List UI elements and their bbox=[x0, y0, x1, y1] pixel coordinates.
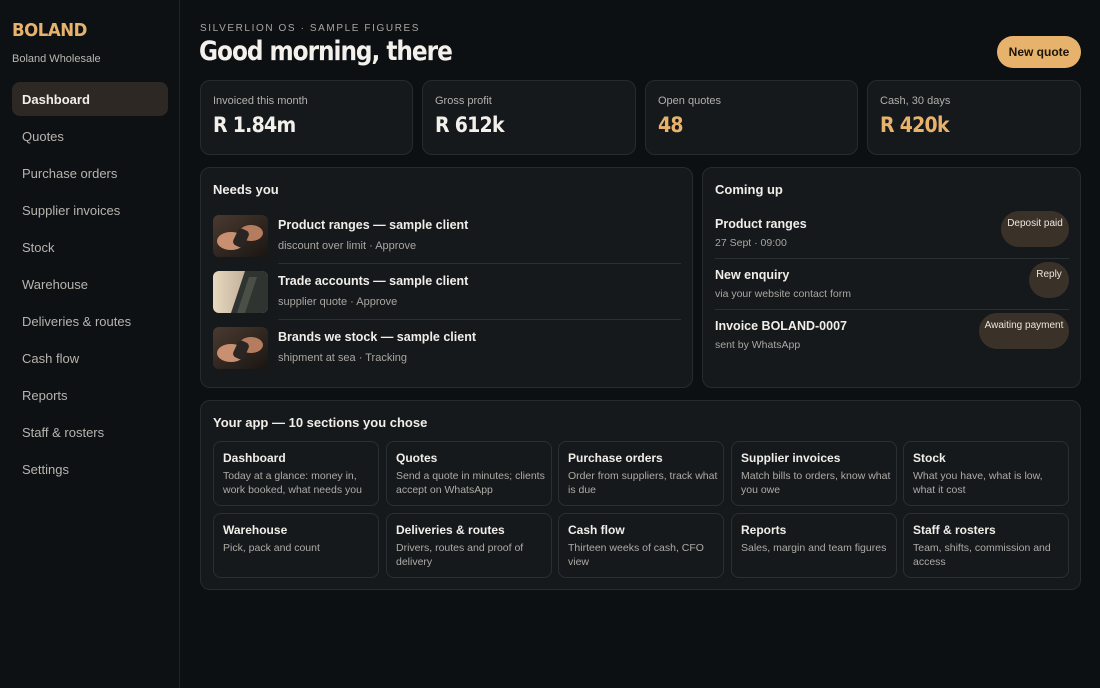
item-title: Trade accounts — sample client bbox=[278, 274, 469, 288]
sections-card: Your app — 10 sections you chose Dashboa… bbox=[200, 400, 1081, 590]
item-subtitle: sent by WhatsApp bbox=[715, 339, 801, 351]
needs-you-item[interactable]: Brands we stock — sample client shipment… bbox=[213, 327, 681, 383]
sidebar-item-warehouse[interactable]: Warehouse bbox=[12, 267, 168, 301]
coming-up-item[interactable]: Product ranges 27 Sept · 09:00 Deposit p… bbox=[715, 211, 1069, 263]
stat-value: R 1.84m bbox=[213, 113, 296, 137]
section-title: Quotes bbox=[396, 451, 438, 465]
section-description: Order from suppliers, track what is due bbox=[568, 470, 718, 496]
section-description: What you have, what is low, what it cost bbox=[913, 470, 1043, 496]
sections-title: Your app — 10 sections you chose bbox=[213, 415, 428, 430]
section-description: Sales, margin and team figures bbox=[741, 542, 887, 554]
section-tile-reports[interactable]: Reports Sales, margin and team figures bbox=[731, 513, 897, 578]
section-title: Staff & rosters bbox=[913, 523, 996, 537]
sidebar: BOLAND Boland Wholesale Dashboard Quotes… bbox=[0, 0, 180, 688]
stat-card-open-quotes: Open quotes 48 bbox=[645, 80, 858, 155]
product-thumbnail bbox=[213, 271, 268, 313]
sidebar-item-supplier-invoices[interactable]: Supplier invoices bbox=[12, 193, 168, 227]
item-subtitle: discount over limit · Approve bbox=[278, 240, 417, 252]
coming-up-title: Coming up bbox=[715, 182, 783, 197]
sidebar-nav: Dashboard Quotes Purchase orders Supplie… bbox=[12, 82, 168, 489]
section-tile-stock[interactable]: Stock What you have, what is low, what i… bbox=[903, 441, 1069, 506]
needs-you-title: Needs you bbox=[213, 182, 279, 197]
divider bbox=[278, 319, 681, 320]
needs-you-card: Needs you Product ranges — sample client… bbox=[200, 167, 693, 388]
company-name: Boland Wholesale bbox=[12, 53, 101, 65]
new-quote-button[interactable]: New quote bbox=[997, 36, 1081, 68]
item-subtitle: via your website contact form bbox=[715, 288, 851, 300]
item-title: Brands we stock — sample client bbox=[278, 330, 476, 344]
sidebar-item-reports[interactable]: Reports bbox=[12, 378, 168, 412]
section-description: Pick, pack and count bbox=[223, 542, 320, 554]
section-tile-warehouse[interactable]: Warehouse Pick, pack and count bbox=[213, 513, 379, 578]
sidebar-item-settings[interactable]: Settings bbox=[12, 452, 168, 486]
section-title: Dashboard bbox=[223, 451, 286, 465]
stat-label: Cash, 30 days bbox=[880, 95, 951, 107]
section-description: Thirteen weeks of cash, CFO view bbox=[568, 542, 704, 568]
section-title: Cash flow bbox=[568, 523, 625, 537]
item-title: New enquiry bbox=[715, 268, 790, 282]
stat-label: Invoiced this month bbox=[213, 95, 308, 107]
item-title: Product ranges — sample client bbox=[278, 218, 469, 232]
stat-card-cash-30-days: Cash, 30 days R 420k bbox=[867, 80, 1081, 155]
section-title: Purchase orders bbox=[568, 451, 663, 465]
section-tile-deliveries-routes[interactable]: Deliveries & routes Drivers, routes and … bbox=[386, 513, 552, 578]
sidebar-item-quotes[interactable]: Quotes bbox=[12, 119, 168, 153]
page-eyebrow: SILVERLION OS · SAMPLE FIGURES bbox=[200, 23, 421, 34]
item-subtitle: supplier quote · Approve bbox=[278, 296, 398, 308]
page-title: Good morning, there bbox=[199, 36, 453, 67]
section-title: Warehouse bbox=[223, 523, 288, 537]
section-description: Send a quote in minutes; clients accept … bbox=[396, 470, 545, 496]
brand-logo[interactable]: BOLAND bbox=[12, 20, 87, 41]
section-title: Deliveries & routes bbox=[396, 523, 505, 537]
section-description: Drivers, routes and proof of delivery bbox=[396, 542, 524, 568]
section-title: Stock bbox=[913, 451, 946, 465]
status-badge: Reply bbox=[1029, 262, 1069, 298]
divider bbox=[278, 263, 681, 264]
product-thumbnail bbox=[213, 215, 268, 257]
stat-value: R 420k bbox=[880, 113, 950, 137]
sidebar-item-staff-rosters[interactable]: Staff & rosters bbox=[12, 415, 168, 449]
section-tile-staff-rosters[interactable]: Staff & rosters Team, shifts, commission… bbox=[903, 513, 1069, 578]
sidebar-item-purchase-orders[interactable]: Purchase orders bbox=[12, 156, 168, 190]
sidebar-item-deliveries-routes[interactable]: Deliveries & routes bbox=[12, 304, 168, 338]
sidebar-item-dashboard[interactable]: Dashboard bbox=[12, 82, 168, 116]
divider bbox=[715, 258, 1069, 259]
sidebar-item-cash-flow[interactable]: Cash flow bbox=[12, 341, 168, 375]
stat-value: 48 bbox=[658, 113, 684, 137]
coming-up-item[interactable]: New enquiry via your website contact for… bbox=[715, 262, 1069, 314]
section-tile-purchase-orders[interactable]: Purchase orders Order from suppliers, tr… bbox=[558, 441, 724, 506]
stat-label: Gross profit bbox=[435, 95, 492, 107]
section-tile-dashboard[interactable]: Dashboard Today at a glance: money in, w… bbox=[213, 441, 379, 506]
section-description: Team, shifts, commission and access bbox=[913, 542, 1051, 568]
coming-up-item[interactable]: Invoice BOLAND-0007 sent by WhatsApp Awa… bbox=[715, 313, 1069, 365]
section-description: Today at a glance: money in, work booked… bbox=[223, 470, 362, 496]
item-subtitle: 27 Sept · 09:00 bbox=[715, 237, 787, 249]
coming-up-card: Coming up Product ranges 27 Sept · 09:00… bbox=[702, 167, 1081, 388]
item-subtitle: shipment at sea · Tracking bbox=[278, 352, 408, 364]
product-thumbnail bbox=[213, 327, 268, 369]
item-title: Invoice BOLAND-0007 bbox=[715, 319, 847, 333]
stat-value: R 612k bbox=[435, 113, 505, 137]
section-title: Supplier invoices bbox=[741, 451, 841, 465]
section-tile-supplier-invoices[interactable]: Supplier invoices Match bills to orders,… bbox=[731, 441, 897, 506]
stat-card-invoiced: Invoiced this month R 1.84m bbox=[200, 80, 413, 155]
status-badge: Awaiting payment bbox=[979, 313, 1069, 349]
stat-card-gross-profit: Gross profit R 612k bbox=[422, 80, 636, 155]
stat-label: Open quotes bbox=[658, 95, 721, 107]
section-tile-cash-flow[interactable]: Cash flow Thirteen weeks of cash, CFO vi… bbox=[558, 513, 724, 578]
section-title: Reports bbox=[741, 523, 787, 537]
section-tile-quotes[interactable]: Quotes Send a quote in minutes; clients … bbox=[386, 441, 552, 506]
sidebar-item-stock[interactable]: Stock bbox=[12, 230, 168, 264]
divider bbox=[715, 309, 1069, 310]
status-badge: Deposit paid bbox=[1001, 211, 1069, 247]
item-title: Product ranges bbox=[715, 217, 807, 231]
section-description: Match bills to orders, know what you owe bbox=[741, 470, 891, 496]
